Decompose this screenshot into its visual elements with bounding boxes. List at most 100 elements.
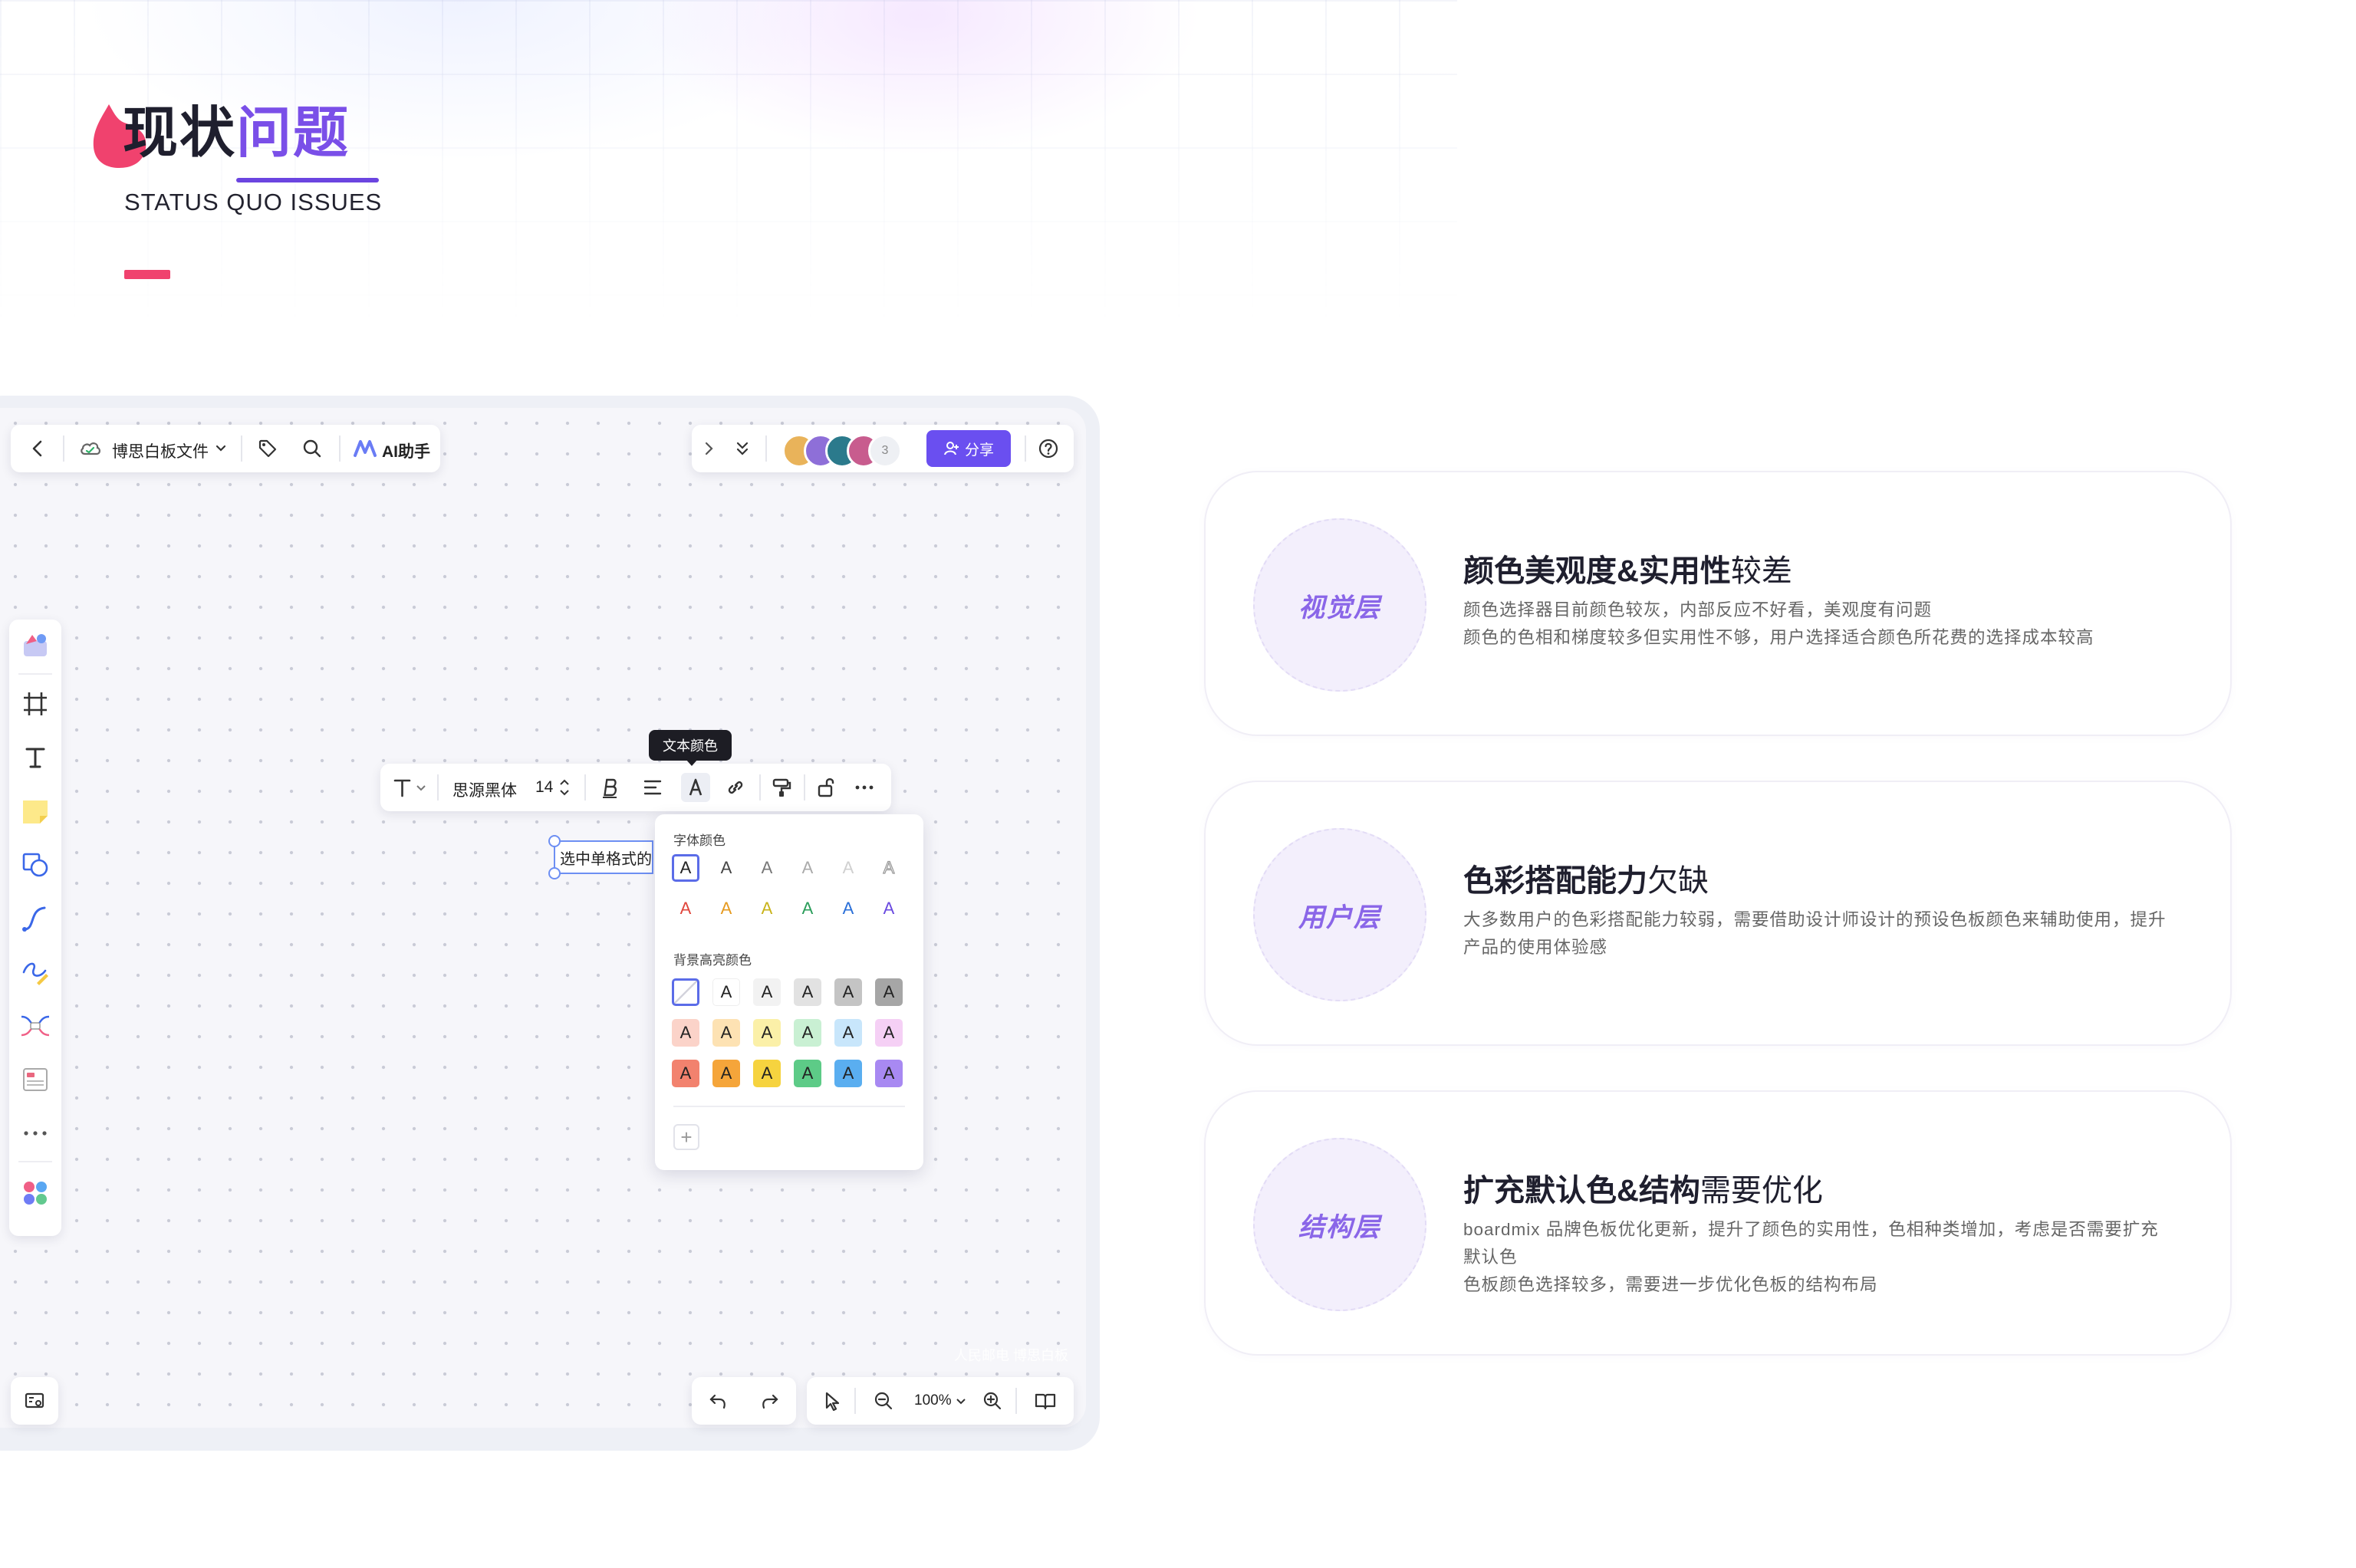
font-color-swatch[interactable]: A (753, 895, 781, 922)
zoom-out-icon[interactable] (873, 1390, 894, 1412)
font-color-swatch[interactable]: A (672, 895, 699, 922)
card-desc-line: 色板颜色选择较多，需要进一步优化色板的结构布局 (1463, 1275, 1878, 1294)
watermark: 人民邮电 博思白板 (954, 1348, 1069, 1363)
chevron-down-icon[interactable] (414, 781, 428, 794)
selected-text-box[interactable]: 选中单格式的 (554, 840, 653, 874)
bg-color-swatch[interactable]: A (794, 978, 821, 1006)
more-tools[interactable] (17, 1115, 54, 1152)
card-description: 颜色选择器目前颜色较灰，内部反应不好看，美观度有问题 颜色的色相和梯度较多但实用… (1463, 597, 2169, 652)
collaborator-avatars[interactable]: 3 (782, 434, 913, 468)
bg-color-swatch[interactable] (672, 978, 699, 1006)
minimap-toggle[interactable] (11, 1377, 58, 1425)
redo-icon[interactable] (758, 1389, 781, 1412)
chevron-right-icon[interactable] (699, 439, 718, 458)
pen-tool[interactable] (17, 954, 54, 991)
bg-color-swatch[interactable]: A (834, 1060, 862, 1087)
font-color-swatch[interactable]: A (834, 895, 862, 922)
font-size-value[interactable]: 14 (535, 778, 553, 797)
back-icon[interactable] (26, 436, 51, 461)
text-tool[interactable] (17, 739, 54, 776)
apps-tool[interactable] (17, 1175, 54, 1211)
zoom-level[interactable]: 100% (914, 1392, 952, 1409)
chevron-down-icon[interactable] (954, 1394, 968, 1408)
file-name[interactable]: 博思白板文件 (112, 439, 209, 462)
add-color-button[interactable]: + (673, 1124, 699, 1150)
issue-card-structure: 结构层 扩充默认色&结构需要优化 boardmix 品牌色板优化更新，提升了颜色… (1204, 1090, 2232, 1356)
left-toolbar (9, 620, 61, 1236)
bg-color-swatch[interactable]: A (834, 978, 862, 1006)
bg-color-swatch[interactable]: A (712, 1060, 740, 1087)
table-tool[interactable] (17, 1061, 54, 1098)
template-tool[interactable] (17, 627, 54, 664)
shape-tool[interactable] (17, 846, 54, 883)
bg-color-swatch[interactable]: A (672, 1060, 699, 1087)
resize-handle[interactable] (548, 867, 561, 879)
cloud-sync-icon (78, 437, 103, 460)
font-color-swatch[interactable]: A (875, 895, 903, 922)
zoom-in-icon[interactable] (982, 1390, 1003, 1412)
card-desc-line: 颜色的色相和梯度较多但实用性不够，用户选择适合颜色所花费的选择成本较高 (1463, 628, 2094, 647)
card-title: 色彩搭配能力欠缺 (1463, 856, 1709, 900)
font-size-stepper-icon[interactable] (558, 776, 571, 799)
ai-assistant-button[interactable]: AI助手 (382, 439, 430, 462)
table-icon (23, 1068, 48, 1091)
layer-tag: 结构层 (1298, 1212, 1381, 1242)
font-color-swatch[interactable]: A (794, 854, 821, 882)
font-color-swatch[interactable]: A (875, 854, 903, 882)
mindmap-tool[interactable] (17, 1008, 54, 1044)
toolbar-divider (759, 774, 761, 800)
bg-color-swatch[interactable]: A (712, 1019, 740, 1047)
undo-icon[interactable] (707, 1389, 730, 1412)
tooltip-arrow (686, 759, 698, 766)
bg-color-swatch[interactable]: A (875, 978, 903, 1006)
card-title: 扩充默认色&结构需要优化 (1463, 1165, 1823, 1210)
format-painter-icon[interactable] (770, 776, 793, 799)
font-color-swatch[interactable]: A (834, 854, 862, 882)
sticky-note-tool[interactable] (17, 793, 54, 830)
text-type-icon[interactable] (391, 776, 414, 799)
font-color-swatch[interactable]: A (794, 895, 821, 922)
bg-color-swatch[interactable]: A (875, 1019, 903, 1047)
double-chevron-down-icon[interactable] (733, 439, 752, 458)
align-icon[interactable] (641, 776, 664, 799)
bg-color-swatch[interactable]: A (672, 1019, 699, 1047)
layer-tag-circle: 结构层 (1253, 1138, 1426, 1311)
bg-color-swatch[interactable]: A (794, 1019, 821, 1047)
bg-color-swatch[interactable]: A (753, 1019, 781, 1047)
text-color-icon[interactable] (681, 773, 710, 802)
resize-handle[interactable] (548, 835, 561, 847)
book-icon[interactable] (1034, 1390, 1057, 1412)
sticky-note-icon (23, 800, 48, 823)
bg-color-swatch[interactable]: A (875, 1060, 903, 1087)
share-button[interactable]: 分享 (926, 430, 1011, 467)
bold-icon[interactable] (598, 776, 621, 799)
tool-divider (18, 673, 52, 675)
connector-tool[interactable] (17, 900, 54, 937)
chevron-down-icon[interactable] (213, 441, 229, 456)
bg-color-swatch[interactable]: A (834, 1019, 862, 1047)
font-family-select[interactable]: 思源黑体 (452, 778, 517, 801)
collaborator-count-badge[interactable]: 3 (868, 434, 902, 468)
top-left-toolbar: 博思白板文件 AI助手 (11, 425, 440, 472)
unlock-icon[interactable] (814, 776, 837, 799)
font-color-swatch[interactable]: A (712, 854, 740, 882)
font-color-swatch[interactable]: A (753, 854, 781, 882)
font-color-swatch[interactable]: A (672, 854, 699, 882)
bg-color-swatch[interactable]: A (712, 978, 740, 1006)
text-color-tooltip: 文本颜色 (649, 730, 732, 761)
search-icon[interactable] (301, 437, 324, 460)
share-label: 分享 (964, 442, 994, 459)
pointer-icon[interactable] (821, 1389, 844, 1412)
issue-card-visual: 视觉层 颜色美观度&实用性较差 颜色选择器目前颜色较灰，内部反应不好看，美观度有… (1204, 471, 2232, 736)
font-color-swatch[interactable]: A (712, 895, 740, 922)
layer-tag-circle: 视觉层 (1253, 518, 1426, 692)
bg-color-swatch[interactable]: A (794, 1060, 821, 1087)
link-icon[interactable] (724, 776, 747, 799)
frame-tool[interactable] (17, 685, 54, 722)
tag-icon[interactable] (256, 437, 279, 460)
more-options-icon[interactable] (853, 776, 876, 799)
bg-color-swatch[interactable]: A (753, 978, 781, 1006)
help-icon[interactable] (1037, 437, 1060, 460)
bg-color-swatch[interactable]: A (753, 1060, 781, 1087)
layer-tag: 视觉层 (1298, 593, 1381, 623)
